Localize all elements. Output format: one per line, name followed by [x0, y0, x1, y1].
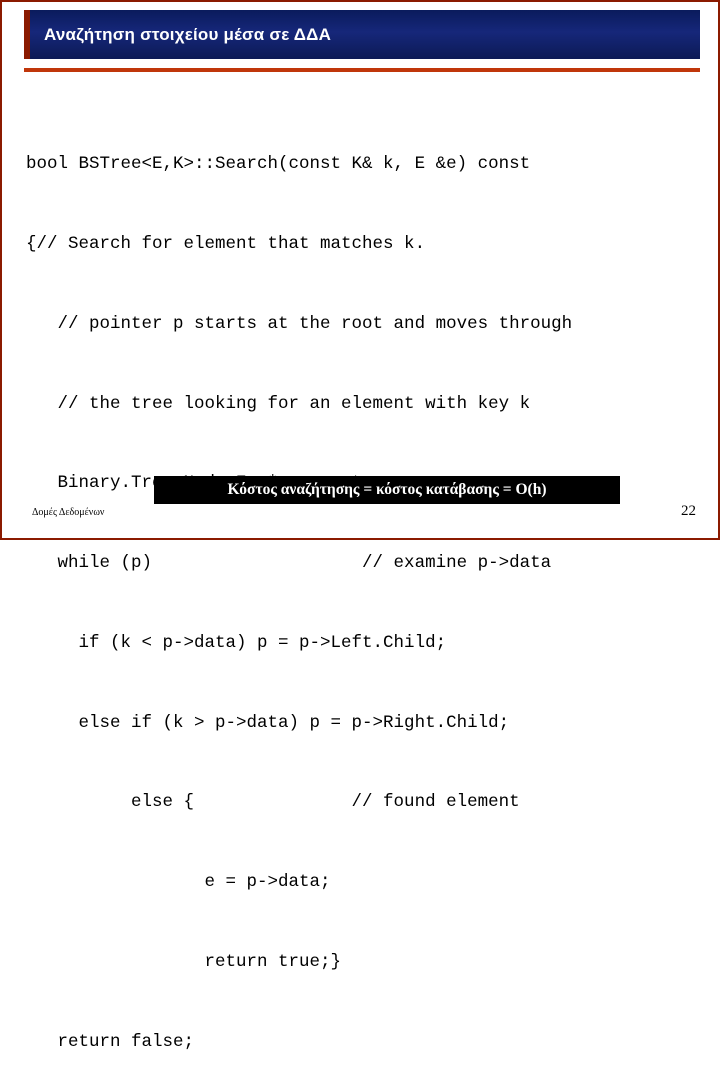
cost-callout: Κόστος αναζήτησης = κόστος κατάβασης = O… — [154, 476, 620, 504]
code-line: else { // found element — [26, 792, 520, 813]
code-line: {// Search for element that matches k. — [26, 233, 426, 254]
code-line: if (k < p->data) p = p->Left.Child; — [26, 632, 447, 653]
page-number: 22 — [681, 503, 696, 519]
title-divider — [24, 68, 700, 72]
code-line: return true;} — [26, 952, 342, 972]
code-line: e = p->data; — [26, 872, 331, 893]
slide-title-bar: Αναζήτηση στοιχείου μέσα σε ΔΔΑ — [24, 10, 700, 59]
code-line: return false; — [26, 1031, 195, 1052]
code-line: bool BSTree<E,K>::Search(const K& k, E &… — [26, 154, 531, 175]
code-line: while (p) // examine p->data — [26, 553, 552, 574]
cost-callout-text: Κόστος αναζήτησης = κόστος κατάβασης = O… — [227, 481, 547, 498]
code-line: else if (k > p->data) p = p->Right.Child… — [26, 712, 510, 733]
slide: Αναζήτηση στοιχείου μέσα σε ΔΔΑ bool BST… — [0, 0, 720, 1052]
code-line: // the tree looking for an element with … — [26, 393, 531, 414]
code-line: // pointer p starts at the root and move… — [26, 313, 573, 334]
footer-label: Δομές Δεδομένων — [32, 507, 105, 518]
page-title: Αναζήτηση στοιχείου μέσα σε ΔΔΑ — [44, 24, 332, 44]
code-listing: bool BSTree<E,K>::Search(const K& k, E &… — [26, 98, 702, 1080]
